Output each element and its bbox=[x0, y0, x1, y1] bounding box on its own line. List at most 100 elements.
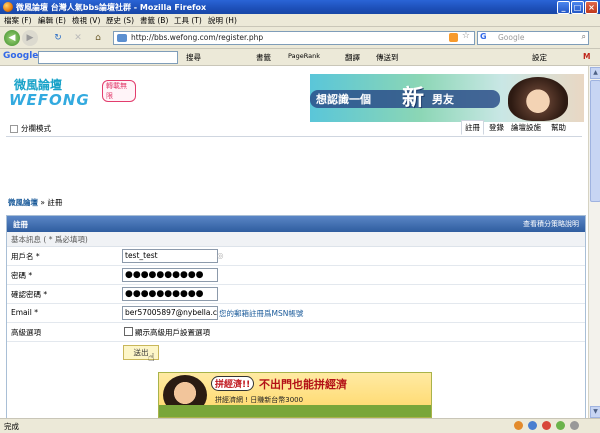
google-toolbar-search-input[interactable] bbox=[38, 51, 178, 64]
back-arrow-icon[interactable]: ◀ bbox=[4, 30, 20, 46]
advanced-options-label: 高級選項 bbox=[11, 328, 41, 337]
nav-forum-tools[interactable]: 論壇設施 bbox=[511, 122, 541, 133]
window-title: 微風論壇 台灣人氣bbs論壇社群 - Mozilla Firefox bbox=[16, 3, 207, 12]
username-row: 用戶名 * test_test ◎ bbox=[7, 247, 585, 266]
security-status-icon[interactable] bbox=[556, 421, 565, 430]
confirm-password-row: 確認密碼 * ●●●●●●●●●● bbox=[7, 285, 585, 304]
username-input[interactable]: test_test bbox=[122, 249, 218, 263]
download-status-icon[interactable] bbox=[570, 421, 579, 430]
credit-policy-link[interactable]: 查看積分策略說明 bbox=[523, 219, 579, 229]
menu-history[interactable]: 歷史 (S) bbox=[106, 15, 134, 26]
adblock-status-icon[interactable] bbox=[542, 421, 551, 430]
rss-feed-icon[interactable] bbox=[449, 33, 458, 42]
form-header: 註冊 查看積分策略說明 bbox=[7, 216, 585, 232]
column-mode-icon bbox=[10, 125, 18, 133]
maximize-button[interactable]: □ bbox=[571, 1, 584, 14]
form-section-header: 基本訊息 ( * 爲必填項) bbox=[7, 232, 585, 247]
page-scrollbar[interactable]: ▲ ▼ bbox=[588, 66, 600, 418]
nav-register[interactable]: 註冊 bbox=[461, 120, 484, 135]
banner-suffix: 男友 bbox=[432, 93, 454, 106]
firefox-icon bbox=[3, 2, 13, 12]
ad-footer-strip bbox=[159, 405, 431, 417]
confirm-password-input[interactable]: ●●●●●●●●●● bbox=[122, 287, 218, 301]
search-icon[interactable]: ⌕ bbox=[582, 32, 586, 42]
advanced-options-checkbox[interactable] bbox=[124, 327, 133, 336]
ad-headline: 不出門也能拼經濟 bbox=[259, 378, 347, 391]
window-titlebar: 微風論壇 台灣人氣bbs論壇社群 - Mozilla Firefox _ □ × bbox=[0, 0, 600, 14]
bottom-ad-banner[interactable]: 拼經濟!! 不出門也能拼經濟 拼經濟網 ! 日賺新台幣3000 bbox=[158, 372, 432, 418]
bookmark-star-icon[interactable]: ☆ bbox=[462, 31, 470, 41]
nav-login[interactable]: 登錄 bbox=[489, 122, 504, 133]
translate-button[interactable]: 翻譯 bbox=[345, 52, 360, 63]
close-window-button[interactable]: × bbox=[585, 1, 598, 14]
site-logo-tag: 轉載無限 bbox=[102, 80, 136, 102]
addon-status-icon[interactable] bbox=[514, 421, 523, 430]
scroll-down-icon[interactable]: ▼ bbox=[590, 406, 600, 418]
search-box[interactable]: G Google ⌕ bbox=[477, 31, 589, 45]
page-content: 微風論壇 WEFONG 轉載無限 想認識一個 新 男友 分欄模式 註冊 登錄 論… bbox=[0, 66, 588, 418]
navigation-toolbar: ◀ ▶ ↻ ✕ ⌂ http://bbs.wefong.com/register… bbox=[0, 27, 600, 49]
menu-bar: 檔案 (F) 編輯 (E) 檢視 (V) 歷史 (S) 書籤 (B) 工具 (T… bbox=[0, 14, 600, 27]
banner-text: 想認識一個 bbox=[316, 93, 371, 106]
url-text: http://bbs.wefong.com/register.php bbox=[131, 33, 264, 42]
banner-big-text: 新 bbox=[402, 86, 425, 111]
column-mode-label: 分欄模式 bbox=[21, 124, 51, 133]
ad-subtext: 拼經濟網 ! 日賺新台幣3000 bbox=[215, 396, 304, 404]
email-label: Email * bbox=[11, 308, 38, 317]
password-row: 密碼 * ●●●●●●●●●● bbox=[7, 266, 585, 285]
reload-icon[interactable]: ↻ bbox=[50, 30, 66, 46]
nav-help[interactable]: 幫助 bbox=[551, 122, 566, 133]
scrollbar-thumb[interactable] bbox=[590, 80, 600, 202]
password-input[interactable]: ●●●●●●●●●● bbox=[122, 268, 218, 282]
menu-file[interactable]: 檔案 (F) bbox=[4, 15, 32, 26]
password-label: 密碼 * bbox=[11, 271, 33, 280]
sub-navigation: 分欄模式 註冊 登錄 論壇設施 幫助 bbox=[6, 120, 582, 137]
gmail-icon[interactable]: M bbox=[583, 52, 590, 61]
send-to-button[interactable]: 傳送到 bbox=[376, 52, 399, 63]
status-text: 完成 bbox=[4, 422, 19, 431]
google-search-button[interactable]: 搜尋 bbox=[186, 52, 201, 63]
email-row: Email * ber57005897@nybella.com 您的郵箱註冊爲M… bbox=[7, 304, 585, 323]
form-section-title: 基本訊息 ( * 爲必填項) bbox=[11, 235, 88, 244]
minimize-button[interactable]: _ bbox=[557, 1, 570, 14]
breadcrumb: 微風論壇 » 註冊 bbox=[8, 197, 62, 208]
site-favicon bbox=[117, 34, 127, 42]
menu-tools[interactable]: 工具 (T) bbox=[174, 15, 202, 26]
email-input[interactable]: ber57005897@nybella.com bbox=[122, 306, 218, 320]
column-mode-toggle[interactable]: 分欄模式 bbox=[10, 123, 51, 134]
google-bookmarks-button[interactable]: 書籤 bbox=[256, 52, 271, 63]
breadcrumb-separator: » bbox=[38, 198, 48, 207]
search-placeholder: Google bbox=[498, 33, 525, 42]
menu-help[interactable]: 說明 (H) bbox=[208, 15, 237, 26]
scroll-up-icon[interactable]: ▲ bbox=[590, 67, 600, 79]
ad-bubble-text: 拼經濟!! bbox=[211, 376, 255, 391]
username-label: 用戶名 * bbox=[11, 252, 40, 261]
username-check-icon: ◎ bbox=[217, 251, 224, 260]
stop-icon[interactable]: ✕ bbox=[70, 30, 86, 46]
google-toolbar: Google 搜尋 書籤 PageRank 翻譯 傳送到 設定 M bbox=[0, 49, 600, 66]
advanced-options-checkbox-label[interactable]: 顯示高級用戶設置選項 bbox=[135, 327, 210, 338]
advanced-options-row: 高級選項 顯示高級用戶設置選項 bbox=[7, 323, 585, 342]
menu-view[interactable]: 檢視 (V) bbox=[72, 15, 100, 26]
breadcrumb-home[interactable]: 微風論壇 bbox=[8, 198, 38, 207]
google-logo: Google bbox=[3, 51, 39, 61]
pagerank-indicator[interactable]: PageRank bbox=[288, 52, 320, 60]
menu-edit[interactable]: 編輯 (E) bbox=[38, 15, 66, 26]
url-bar[interactable]: http://bbs.wefong.com/register.php ☆ bbox=[113, 31, 475, 45]
network-status-icon[interactable] bbox=[528, 421, 537, 430]
banner-portrait-image bbox=[508, 77, 568, 121]
forward-arrow-icon[interactable]: ▶ bbox=[22, 30, 38, 46]
breadcrumb-current: 註冊 bbox=[47, 198, 63, 207]
menu-bookmarks[interactable]: 書籤 (B) bbox=[140, 15, 168, 26]
form-title: 註冊 bbox=[13, 220, 28, 229]
site-logo-english: WEFONG bbox=[9, 91, 90, 109]
hand-cursor-icon: ☝ bbox=[148, 351, 155, 364]
google-search-engine-icon[interactable]: G bbox=[480, 32, 487, 41]
site-logo[interactable]: 微風論壇 WEFONG 轉載無限 bbox=[6, 76, 136, 112]
status-bar: 完成 bbox=[0, 418, 600, 433]
submit-row: 送出 ☝ bbox=[7, 342, 585, 364]
google-settings-button[interactable]: 設定 bbox=[532, 52, 547, 63]
home-icon[interactable]: ⌂ bbox=[90, 30, 106, 46]
confirm-password-label: 確認密碼 * bbox=[11, 290, 48, 299]
header-banner-ad[interactable]: 想認識一個 新 男友 bbox=[310, 74, 584, 122]
